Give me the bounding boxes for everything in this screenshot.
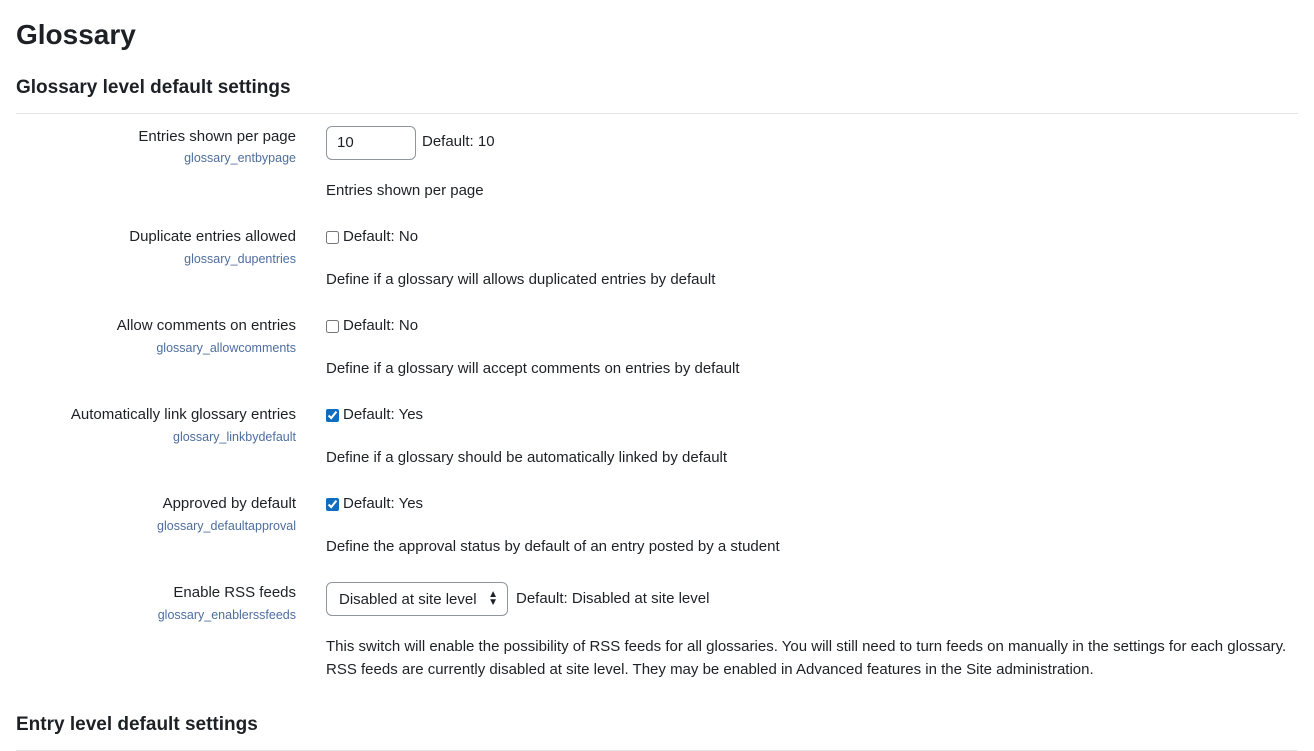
page-title: Glossary [16,14,1298,56]
setting-description: This switch will enable the possibility … [326,636,1296,681]
default-text: Default: Yes [343,493,423,516]
setting-entbypage: Entries shown per page glossary_entbypag… [16,114,1298,215]
default-text: Default: 10 [422,131,495,154]
setting-description: Entries shown per page [326,180,1296,203]
setting-control-col: Default: No Define if a glossary will ac… [326,315,1298,392]
setting-label: Duplicate entries allowed [16,226,296,249]
setting-label-col: Entries shown per page glossary_entbypag… [16,126,326,215]
default-text: Default: No [343,315,418,338]
section-heading-glossary-level: Glossary level default settings [16,74,1298,103]
setting-label-col: Allow comments on entries glossary_allow… [16,315,326,392]
setting-enablerssfeeds: Enable RSS feeds glossary_enablerssfeeds… [16,570,1298,693]
setting-label: Enable RSS feeds [16,582,296,605]
setting-control-col: Default: 10 Entries shown per page [326,126,1298,215]
setting-label: Approved by default [16,493,296,516]
setting-label: Entries shown per page [16,126,296,149]
setting-key: glossary_defaultapproval [16,517,296,536]
setting-description: Define if a glossary will accept comment… [326,358,1296,381]
setting-key: glossary_entbypage [16,149,296,168]
setting-defaultapproval: Approved by default glossary_defaultappr… [16,481,1298,570]
entbypage-input[interactable] [326,126,416,160]
default-text: Default: No [343,226,418,249]
dupentries-checkbox[interactable] [326,231,339,244]
setting-label: Automatically link glossary entries [16,404,296,427]
setting-description: Define the approval status by default of… [326,536,1296,559]
setting-control-col: Disabled at site level ▲▼ Default: Disab… [326,582,1298,693]
setting-dupentries: Duplicate entries allowed glossary_dupen… [16,214,1298,303]
linkbydefault-checkbox[interactable] [326,409,339,422]
defaultapproval-checkbox[interactable] [326,498,339,511]
setting-label: Allow comments on entries [16,315,296,338]
setting-key: glossary_linkbydefault [16,428,296,447]
setting-control-col: Default: No Define if a glossary will al… [326,226,1298,303]
setting-description: Define if a glossary will allows duplica… [326,269,1296,292]
divider [16,750,1298,751]
enablerssfeeds-select[interactable]: Disabled at site level [326,582,508,616]
setting-allowcomments: Allow comments on entries glossary_allow… [16,303,1298,392]
default-text: Default: Yes [343,404,423,427]
setting-key: glossary_dupentries [16,250,296,269]
settings-list: Entries shown per page glossary_entbypag… [16,114,1298,694]
setting-key: glossary_enablerssfeeds [16,606,296,625]
allowcomments-checkbox[interactable] [326,320,339,333]
setting-control-col: Default: Yes Define if a glossary should… [326,404,1298,481]
default-text: Default: Disabled at site level [516,588,709,611]
setting-label-col: Automatically link glossary entries glos… [16,404,326,481]
setting-key: glossary_allowcomments [16,339,296,358]
setting-linkbydefault: Automatically link glossary entries glos… [16,392,1298,481]
setting-label-col: Approved by default glossary_defaultappr… [16,493,326,570]
setting-description: Define if a glossary should be automatic… [326,447,1296,470]
setting-label-col: Duplicate entries allowed glossary_dupen… [16,226,326,303]
setting-label-col: Enable RSS feeds glossary_enablerssfeeds [16,582,326,693]
section-heading-entry-level: Entry level default settings [16,711,1298,740]
setting-control-col: Default: Yes Define the approval status … [326,493,1298,570]
